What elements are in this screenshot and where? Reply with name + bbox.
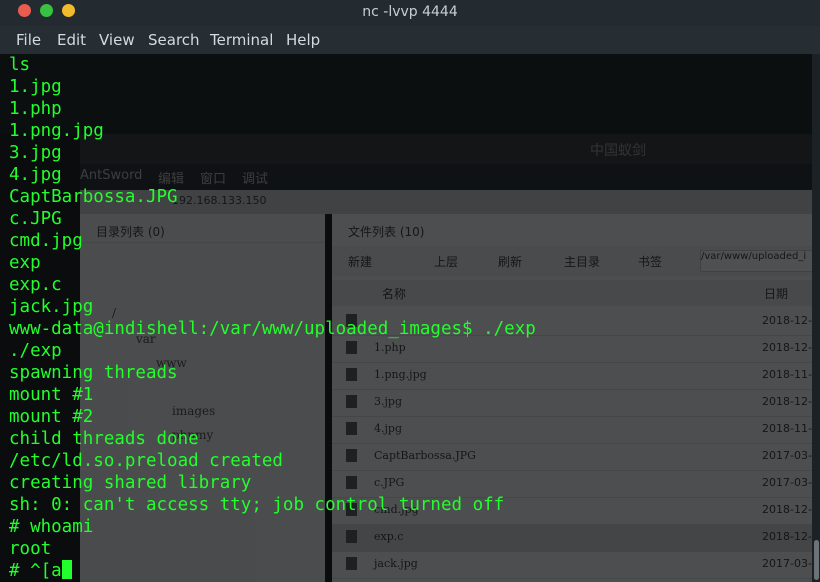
terminal-line: cmd.jpg — [9, 231, 83, 251]
terminal-line: www-data@indishell:/var/www/uploaded_ima… — [9, 319, 536, 339]
window-title: nc -lvvp 4444 — [362, 4, 458, 20]
terminal-scrollbar-thumb[interactable] — [814, 540, 819, 580]
terminal-line: 1.jpg — [9, 77, 62, 97]
terminal-line: exp — [9, 253, 41, 273]
terminal-line: 1.png.jpg — [9, 121, 104, 141]
background-file-date: 2018-12- — [762, 395, 812, 408]
background-file-date: 2018-11- — [762, 368, 812, 381]
window-titlebar[interactable]: nc -lvvp 4444 — [0, 0, 820, 26]
terminal-prompt-line[interactable]: # ^[a — [9, 560, 536, 582]
terminal-line: exp.c — [9, 275, 62, 295]
terminal-output: ls 1.jpg 1.php 1.png.jpg 3.jpg 4.jpg CaptBarbo… — [9, 54, 536, 582]
menu-edit[interactable]: Edit — [57, 31, 86, 49]
background-file-date: 2018-12- — [762, 503, 812, 516]
menu-view[interactable]: View — [99, 31, 135, 49]
terminal-line: child threads done — [9, 429, 199, 449]
background-file-date: 2018-12- — [762, 341, 812, 354]
terminal-cursor — [61, 560, 72, 579]
terminal-scrollbar[interactable] — [812, 54, 820, 582]
terminal-line: ls — [9, 55, 31, 75]
menu-help[interactable]: Help — [286, 31, 320, 49]
background-file-date: 2018-11- — [762, 422, 812, 435]
terminal-line: 3.jpg — [9, 143, 62, 163]
background-file-date: 2018-12- — [762, 530, 812, 543]
terminal-line: sh: 0: can't access tty; job control tur… — [9, 495, 505, 515]
terminal-line: mount #2 — [9, 407, 94, 427]
menu-bar: File Edit View Search Terminal Help — [0, 26, 820, 55]
background-toolbar-item: 主目录 — [564, 255, 601, 269]
menu-terminal[interactable]: Terminal — [210, 31, 273, 49]
background-column-date: 日期 — [764, 287, 789, 301]
background-path-field: /var/www/uploaded_i — [700, 250, 812, 272]
menu-search[interactable]: Search — [148, 31, 200, 49]
background-toolbar-item: 书签 — [638, 255, 663, 269]
terminal-line: jack.jpg — [9, 297, 94, 317]
terminal-line: 1.php — [9, 99, 62, 119]
background-file-date: 2018-12- — [762, 314, 812, 327]
terminal-prompt-text: # ^[a — [9, 561, 62, 581]
terminal-line: # whoami — [9, 517, 94, 537]
background-file-date: 2017-03- — [762, 476, 812, 489]
terminal-line: creating shared library — [9, 473, 252, 493]
terminal-line: 4.jpg — [9, 165, 62, 185]
background-file-date: 2017-03- — [762, 557, 812, 570]
terminal-line: ./exp — [9, 341, 62, 361]
terminal-line: c.JPG — [9, 209, 62, 229]
menu-file[interactable]: File — [16, 31, 41, 49]
background-file-date: 2017-03- — [762, 449, 812, 462]
terminal-line: /etc/ld.so.preload created — [9, 451, 283, 471]
terminal-line: spawning threads — [9, 363, 178, 383]
background-title: 中国蚁剑 — [590, 143, 646, 159]
terminal-line: mount #1 — [9, 385, 94, 405]
terminal-line: CaptBarbossa.JPG — [9, 187, 178, 207]
terminal-area[interactable]: 中国蚁剑 AntSword 编辑 窗口 调试 192.168.133.150 目… — [0, 54, 812, 582]
terminal-line: root — [9, 539, 52, 559]
